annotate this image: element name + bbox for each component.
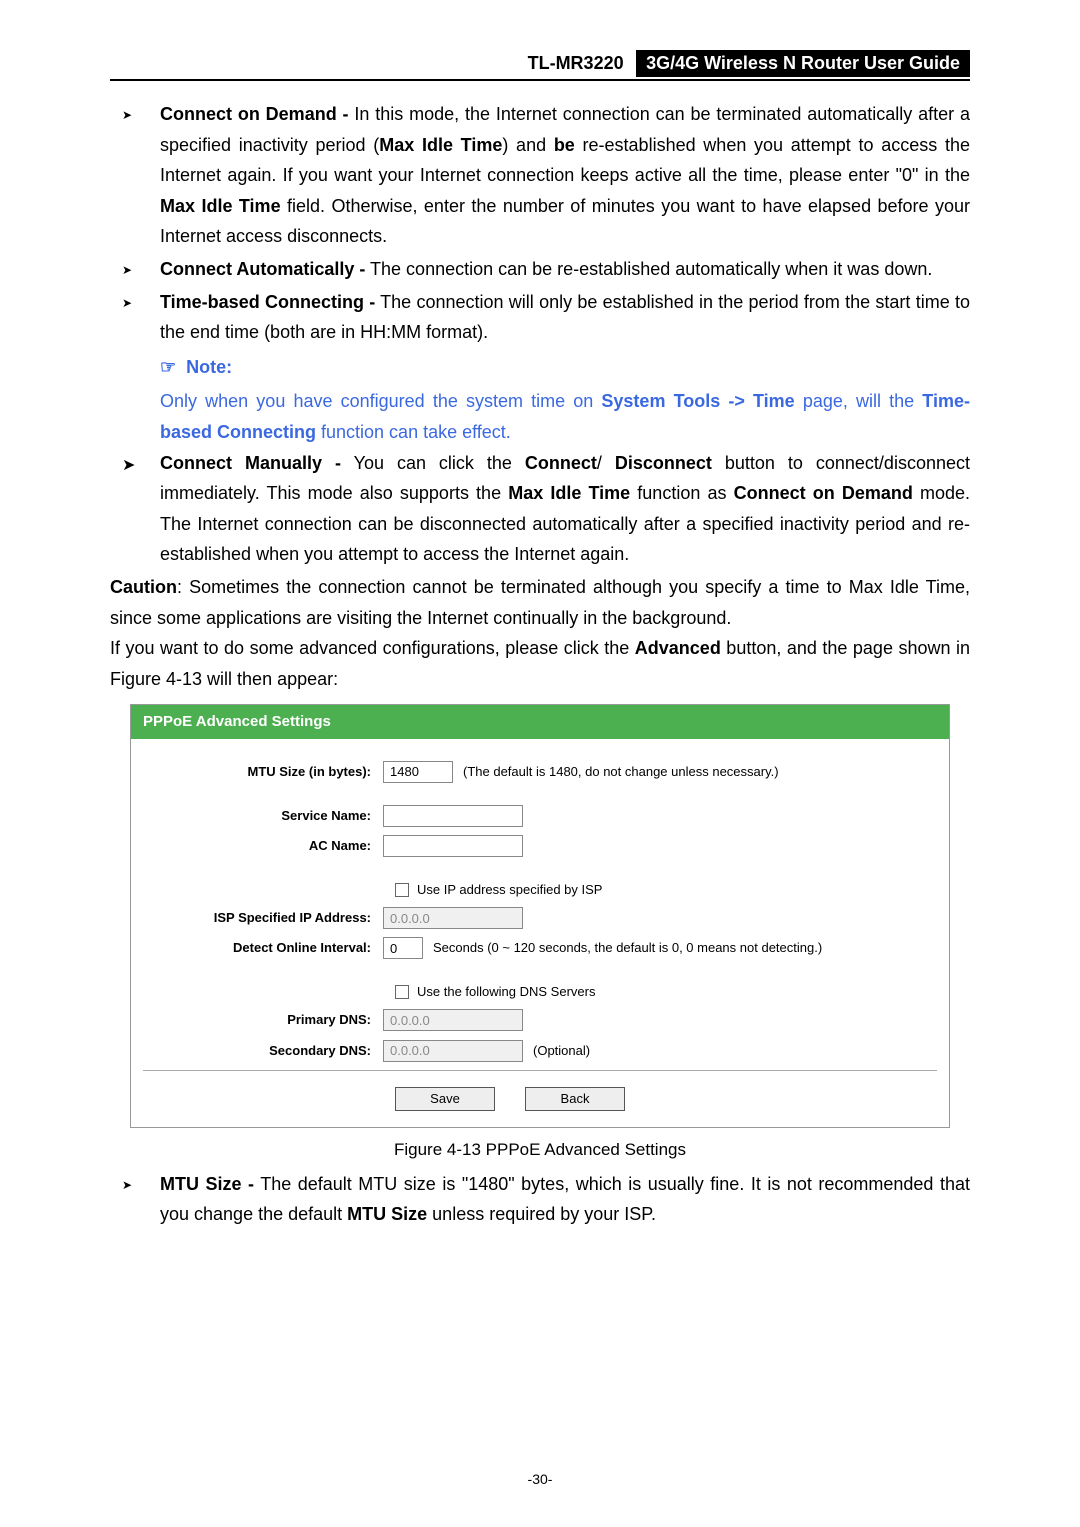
caution-paragraph: Caution: Sometimes the connection cannot…	[110, 572, 970, 633]
primary-dns-label: Primary DNS:	[143, 1009, 383, 1031]
panel-separator	[143, 1070, 937, 1071]
item-label: Time-based Connecting -	[160, 292, 375, 312]
detect-interval-hint: Seconds (0 ~ 120 seconds, the default is…	[433, 937, 822, 959]
detect-interval-label: Detect Online Interval:	[143, 937, 383, 959]
secondary-dns-label: Secondary DNS:	[143, 1040, 383, 1062]
feature-list-3: MTU Size - The default MTU size is "1480…	[110, 1169, 970, 1230]
list-item: MTU Size - The default MTU size is "1480…	[110, 1169, 970, 1230]
primary-dns-input	[383, 1009, 523, 1031]
use-ip-label: Use IP address specified by ISP	[417, 879, 602, 901]
item-label: Connect on Demand -	[160, 104, 349, 124]
list-item: Time-based Connecting - The connection w…	[110, 287, 970, 348]
document-body: Connect on Demand - In this mode, the In…	[110, 99, 970, 1230]
mtu-label: MTU Size (in bytes):	[143, 761, 383, 783]
mtu-row: MTU Size (in bytes): (The default is 148…	[143, 761, 937, 783]
note-label: Note:	[186, 357, 232, 377]
secondary-dns-input	[383, 1040, 523, 1062]
secondary-dns-row: Secondary DNS: (Optional)	[143, 1040, 937, 1062]
back-button[interactable]: Back	[525, 1087, 625, 1111]
service-name-row: Service Name:	[143, 805, 937, 827]
primary-dns-row: Primary DNS:	[143, 1009, 937, 1031]
note-icon: ☞	[160, 357, 176, 377]
item-label: Connect Automatically -	[160, 259, 365, 279]
ac-name-row: AC Name:	[143, 835, 937, 857]
panel-gap	[131, 739, 949, 753]
list-item: Connect Manually - You can click the Con…	[110, 448, 970, 570]
list-item: Connect on Demand - In this mode, the In…	[110, 99, 970, 252]
advanced-paragraph: If you want to do some advanced configur…	[110, 633, 970, 694]
use-dns-label: Use the following DNS Servers	[417, 981, 595, 1003]
use-ip-checkbox[interactable]	[395, 883, 409, 897]
panel-title: PPPoE Advanced Settings	[131, 705, 949, 739]
isp-ip-label: ISP Specified IP Address:	[143, 907, 383, 929]
detect-interval-input[interactable]	[383, 937, 423, 959]
note-body: Only when you have configured the system…	[110, 386, 970, 447]
feature-list-1: Connect on Demand - In this mode, the In…	[110, 99, 970, 348]
item-label: MTU Size -	[160, 1174, 254, 1194]
panel-body: MTU Size (in bytes): (The default is 148…	[131, 753, 949, 1127]
isp-ip-input	[383, 907, 523, 929]
page-number: -30-	[0, 1471, 1080, 1487]
list-item: Connect Automatically - The connection c…	[110, 254, 970, 285]
service-name-label: Service Name:	[143, 805, 383, 827]
isp-ip-row: ISP Specified IP Address:	[143, 907, 937, 929]
mtu-input[interactable]	[383, 761, 453, 783]
secondary-dns-hint: (Optional)	[533, 1040, 590, 1062]
use-dns-row: Use the following DNS Servers	[395, 981, 937, 1003]
mtu-hint: (The default is 1480, do not change unle…	[463, 761, 779, 783]
detect-interval-row: Detect Online Interval: Seconds (0 ~ 120…	[143, 937, 937, 959]
ac-name-label: AC Name:	[143, 835, 383, 857]
item-label: Connect Manually -	[160, 453, 341, 473]
pppoe-advanced-panel: PPPoE Advanced Settings MTU Size (in byt…	[130, 704, 950, 1127]
page-header: TL-MR3220 3G/4G Wireless N Router User G…	[110, 50, 970, 81]
doc-title: 3G/4G Wireless N Router User Guide	[636, 50, 970, 77]
use-ip-row: Use IP address specified by ISP	[395, 879, 937, 901]
model-number: TL-MR3220	[520, 50, 632, 76]
panel-buttons: Save Back	[395, 1077, 937, 1121]
ac-name-input[interactable]	[383, 835, 523, 857]
use-dns-checkbox[interactable]	[395, 985, 409, 999]
note-heading: ☞ Note:	[110, 352, 970, 383]
save-button[interactable]: Save	[395, 1087, 495, 1111]
figure-caption: Figure 4-13 PPPoE Advanced Settings	[110, 1136, 970, 1165]
feature-list-2: Connect Manually - You can click the Con…	[110, 448, 970, 570]
service-name-input[interactable]	[383, 805, 523, 827]
